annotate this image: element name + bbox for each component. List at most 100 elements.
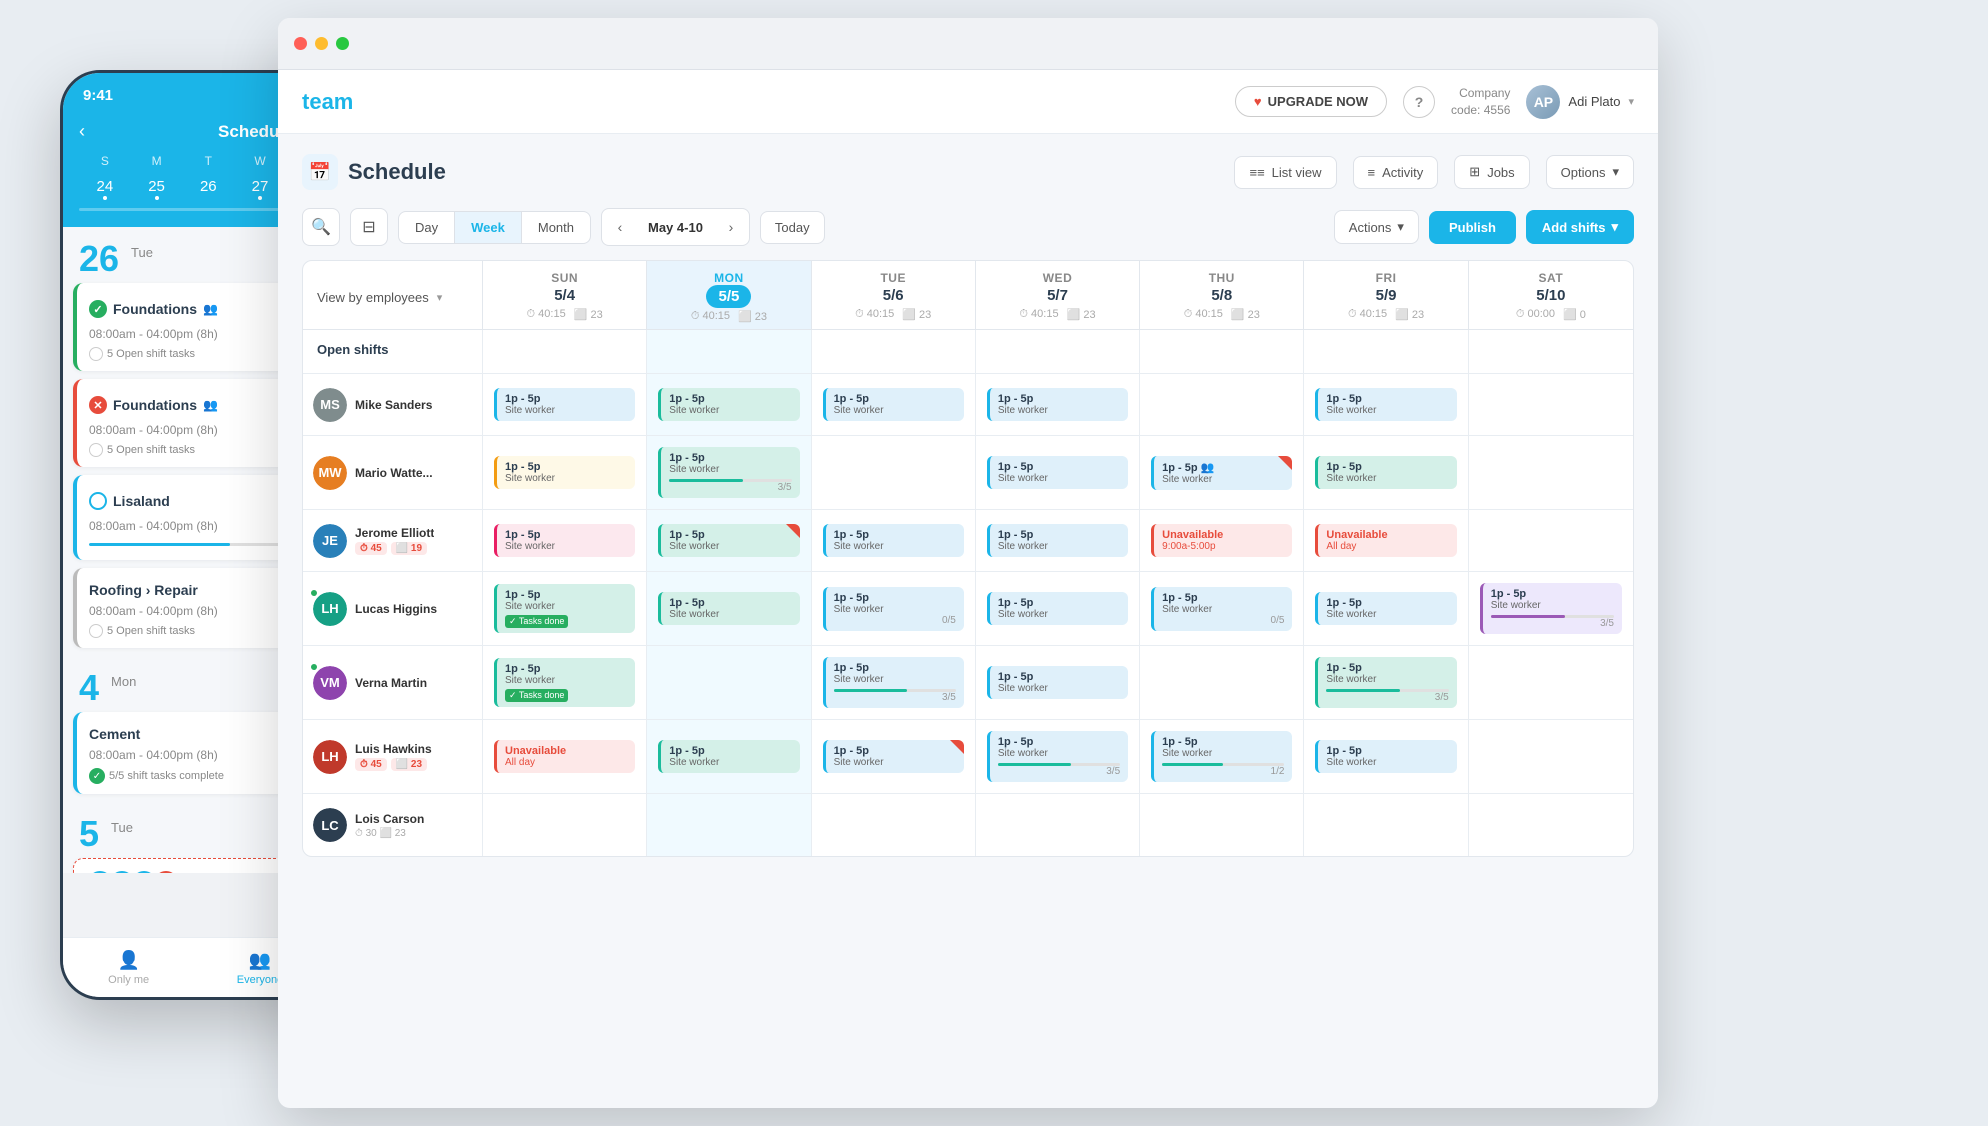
shift-card[interactable]: 1p - 5p Site worker 1/2: [1151, 731, 1292, 782]
shift-card[interactable]: 1p - 5p Site worker: [823, 388, 964, 421]
online-dot-icon: [310, 589, 318, 597]
verna-sat: [1469, 646, 1633, 719]
options-button[interactable]: Options ▾: [1546, 155, 1634, 189]
shift-card[interactable]: 1p - 5p Site worker: [658, 740, 799, 773]
list-view-icon: ≡≡: [1249, 165, 1264, 180]
shift-card[interactable]: 1p - 5p Site worker: [987, 456, 1128, 489]
emp-avatar-jerome: JE: [313, 524, 347, 558]
shift-card[interactable]: 1p - 5p Site worker: [987, 388, 1128, 421]
only-me-icon: 👤: [117, 950, 139, 971]
open-shifts-label: Open shifts: [303, 330, 483, 373]
shift-card[interactable]: 1p - 5p Site worker: [823, 524, 964, 557]
today-button[interactable]: Today: [760, 211, 825, 244]
activity-button[interactable]: ≡ Activity: [1353, 156, 1439, 189]
mobile-date-25[interactable]: 25: [131, 174, 183, 204]
publish-button[interactable]: Publish: [1429, 211, 1516, 244]
unavailable-card[interactable]: Unavailable 9:00a-5:00p: [1151, 524, 1292, 557]
user-menu[interactable]: AP Adi Plato ▾: [1526, 85, 1634, 119]
shift-card[interactable]: 1p - 5p Site worker 3/5: [823, 657, 964, 708]
shift-title: Foundations: [113, 301, 197, 317]
emp-avatar-mike: MS: [313, 388, 347, 422]
month-button[interactable]: Month: [522, 212, 590, 243]
emp-name-mario: Mario Watte...: [355, 466, 433, 480]
shift-card[interactable]: 1p - 5p Site worker: [658, 592, 799, 625]
emp-row-luis: LH Luis Hawkins ⏱ 45 ⬜ 23 Unavailabl: [303, 720, 1633, 794]
maximize-button[interactable]: [336, 37, 349, 50]
open-shifts-fri: [1304, 330, 1468, 373]
schedule-title: 📅 Schedule: [302, 154, 446, 190]
shift-card[interactable]: 1p - 5p Site worker ✓ Tasks done: [494, 584, 635, 633]
shift-card[interactable]: 1p - 5p Site worker 3/5: [1480, 583, 1622, 634]
add-shifts-button[interactable]: Add shifts ▾: [1526, 210, 1634, 244]
actions-button[interactable]: Actions ▾: [1334, 210, 1419, 244]
view-by-employees-header[interactable]: View by employees ▾: [303, 261, 483, 329]
app-logo: team: [302, 89, 353, 115]
shift-card[interactable]: 1p - 5p Site worker: [658, 388, 799, 421]
schedule-grid: View by employees ▾ Sun 5/4 ⏱ 40:15⬜ 23 …: [302, 260, 1634, 857]
lois-sat: [1469, 794, 1633, 856]
view-by-label: View by employees: [317, 290, 429, 305]
shift-card[interactable]: 1p - 5p Site worker: [494, 456, 635, 489]
toolbar: 🔍 ⊟ Day Week Month ‹ May 4-10 › Today Ac…: [302, 208, 1634, 246]
unavailable-card-luis[interactable]: Unavailable All day: [494, 740, 635, 773]
day-button[interactable]: Day: [399, 212, 455, 243]
upgrade-button[interactable]: ♥ UPGRADE NOW: [1235, 86, 1387, 117]
mobile-nav-only-me[interactable]: 👤 Only me: [63, 938, 194, 997]
shift-card[interactable]: 1p - 5p Site worker 0/5: [1151, 587, 1292, 631]
task-circle-roofing: [89, 624, 103, 638]
list-view-button[interactable]: ≡≡ List view: [1234, 156, 1336, 189]
shift-card[interactable]: 1p - 5p Site worker 3/5: [987, 731, 1128, 782]
mike-tue: 1p - 5p Site worker: [812, 374, 976, 435]
shift-card[interactable]: 1p - 5p Site worker: [987, 592, 1128, 625]
shift-card[interactable]: 1p - 5p Site worker 3/5: [1315, 657, 1456, 708]
grid-body: Open shifts MS Mi: [303, 330, 1633, 856]
shift-card[interactable]: 1p - 5p Site worker 3/5: [658, 447, 799, 498]
shift-card[interactable]: 1p - 5p Site worker: [987, 666, 1128, 699]
week-button[interactable]: Week: [455, 212, 522, 243]
next-week-button[interactable]: ›: [717, 209, 745, 245]
emp-info-mike: MS Mike Sanders: [303, 374, 483, 435]
shift-card[interactable]: 1p - 5p Site worker: [987, 524, 1128, 557]
luis-mon: 1p - 5p Site worker: [647, 720, 811, 793]
open-shifts-thu: [1140, 330, 1304, 373]
period-buttons: Day Week Month: [398, 211, 591, 244]
verna-mon: [647, 646, 811, 719]
emp-row-lois: LC Lois Carson ⏱ 30 ⬜ 23: [303, 794, 1633, 856]
shift-card[interactable]: 1p - 5p Site worker 0/5: [823, 587, 964, 631]
publish-label: Publish: [1449, 220, 1496, 235]
user-avatar: AP: [1526, 85, 1560, 119]
mobile-date-24[interactable]: 24: [79, 174, 131, 204]
unavailable-card-2[interactable]: Unavailable All day: [1315, 524, 1456, 557]
close-button[interactable]: [294, 37, 307, 50]
activity-label: Activity: [1382, 165, 1423, 180]
mobile-back-button[interactable]: ‹: [79, 121, 85, 142]
search-button[interactable]: 🔍: [302, 208, 340, 246]
open-shifts-row: Open shifts: [303, 330, 1633, 374]
emp-row-lucas: LH Lucas Higgins 1p - 5p Site worker ✓ T: [303, 572, 1633, 646]
help-icon[interactable]: ?: [1403, 86, 1435, 118]
jobs-button[interactable]: ⊞ Jobs: [1454, 155, 1529, 189]
lois-meta: ⏱ 30 ⬜ 23: [355, 828, 406, 839]
shift-card[interactable]: 1p - 5p Site worker: [494, 524, 635, 557]
mario-mon: 1p - 5p Site worker 3/5: [647, 436, 811, 509]
shift-card[interactable]: 1p - 5p Site worker: [658, 524, 799, 557]
shift-card[interactable]: 1p - 5p 👥 Site worker: [1151, 456, 1292, 490]
filter-button[interactable]: ⊟: [350, 208, 388, 246]
online-dot-verna: [310, 663, 318, 671]
emp-info-jerome: JE Jerome Elliott ⏱ 45 ⬜ 19: [303, 510, 483, 571]
mario-sun: 1p - 5p Site worker: [483, 436, 647, 509]
shift-card[interactable]: 1p - 5p Site worker ✓ Tasks done: [494, 658, 635, 707]
shift-card[interactable]: 1p - 5p Site worker: [1315, 456, 1456, 489]
prev-week-button[interactable]: ‹: [606, 209, 634, 245]
shift-card[interactable]: 1p - 5p Site worker: [1315, 740, 1456, 773]
shift-card[interactable]: 1p - 5p Site worker: [823, 740, 964, 773]
shift-card[interactable]: 1p - 5p Site worker: [494, 388, 635, 421]
shift-card[interactable]: 1p - 5p Site worker: [1315, 592, 1456, 625]
shift-card[interactable]: 1p - 5p Site worker: [1315, 388, 1456, 421]
verna-tue: 1p - 5p Site worker 3/5: [812, 646, 976, 719]
emp-name-verna: Verna Martin: [355, 676, 427, 690]
verna-thu: [1140, 646, 1304, 719]
task-circle-icon: [89, 347, 103, 361]
mobile-date-26[interactable]: 26: [182, 174, 234, 204]
minimize-button[interactable]: [315, 37, 328, 50]
